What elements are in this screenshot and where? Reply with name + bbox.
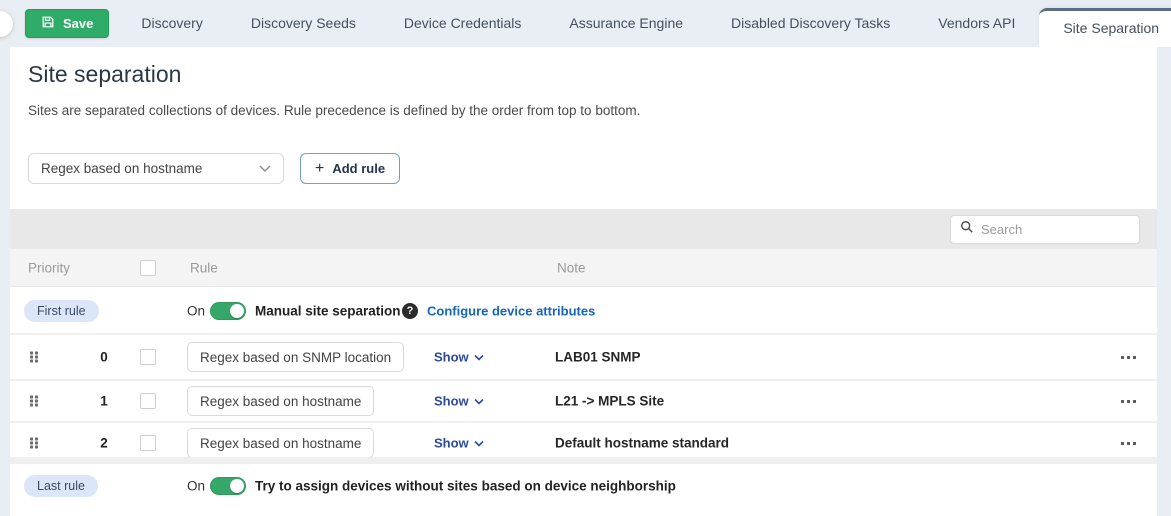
column-header-priority: Priority	[28, 260, 70, 275]
show-link[interactable]: Show	[434, 394, 484, 409]
search-icon	[960, 220, 974, 239]
site-separation-panel: Site separation Sites are separated coll…	[10, 47, 1157, 516]
help-icon[interactable]: ?	[402, 303, 418, 319]
column-header-rule: Rule	[190, 260, 218, 275]
plus-icon: +	[315, 161, 324, 177]
save-icon	[41, 15, 55, 32]
top-tab-bar: Save Discovery Discovery Seeds Device Cr…	[0, 0, 1171, 47]
last-rule-badge: Last rule	[24, 475, 98, 497]
row-menu-icon[interactable]	[1117, 392, 1139, 410]
search-box[interactable]	[950, 215, 1140, 244]
priority-value: 2	[88, 436, 120, 451]
save-button-label: Save	[63, 16, 93, 31]
rule-row-1: 1 Regex based on hostname Show L21 -> MP…	[10, 379, 1157, 421]
rule-type-select-value: Regex based on hostname	[41, 161, 202, 176]
first-rule-toggle-state: On	[187, 303, 205, 318]
rule-note: LAB01 SNMP	[555, 350, 641, 365]
drag-handle-icon[interactable]	[30, 438, 38, 449]
priority-value: 1	[88, 394, 120, 409]
tab-discovery-seeds[interactable]: Discovery Seeds	[227, 0, 380, 47]
show-link[interactable]: Show	[434, 350, 484, 365]
rule-type-button[interactable]: Regex based on hostname	[187, 386, 374, 416]
tab-site-separation[interactable]: Site Separation	[1039, 8, 1171, 47]
first-rule-row: First rule On Manual site separation ? C…	[10, 288, 1157, 335]
last-rule-row: Last rule On Try to assign devices witho…	[10, 464, 1157, 508]
rule-type-button[interactable]: Regex based on SNMP location	[187, 342, 404, 372]
first-rule-title: Manual site separation	[255, 303, 401, 318]
table-toolbar	[10, 209, 1157, 249]
last-rule-toggle-state: On	[187, 479, 205, 494]
priority-value: 0	[88, 350, 120, 365]
page-subtitle: Sites are separated collections of devic…	[28, 103, 640, 118]
search-input[interactable]	[981, 222, 1157, 237]
row-checkbox[interactable]	[140, 349, 156, 365]
drag-handle-icon[interactable]	[30, 396, 38, 407]
last-rule-title: Try to assign devices without sites base…	[255, 479, 676, 494]
drawer-handle[interactable]	[0, 11, 13, 37]
rule-type-button[interactable]: Regex based on hostname	[187, 428, 374, 458]
rule-type-select[interactable]: Regex based on hostname	[28, 153, 284, 184]
column-header-note: Note	[557, 260, 586, 275]
row-menu-icon[interactable]	[1117, 434, 1139, 452]
add-rule-label: Add rule	[332, 161, 385, 176]
tab-list: Discovery Discovery Seeds Device Credent…	[117, 0, 1171, 47]
rule-row-0: 0 Regex based on SNMP location Show LAB0…	[10, 337, 1157, 377]
first-rule-toggle[interactable]	[210, 302, 246, 320]
rule-note: L21 -> MPLS Site	[555, 394, 664, 409]
table-header-row: Priority Rule Note	[10, 249, 1157, 287]
chevron-down-icon	[259, 165, 271, 172]
tab-disabled-discovery-tasks[interactable]: Disabled Discovery Tasks	[707, 0, 914, 47]
tab-vendors-api[interactable]: Vendors API	[914, 0, 1039, 47]
rule-note: Default hostname standard	[555, 436, 729, 451]
row-checkbox[interactable]	[140, 435, 156, 451]
page-title: Site separation	[28, 61, 181, 88]
show-link[interactable]: Show	[434, 436, 484, 451]
row-menu-icon[interactable]	[1117, 348, 1139, 366]
select-all-checkbox[interactable]	[140, 260, 156, 276]
tab-discovery[interactable]: Discovery	[117, 0, 226, 47]
first-rule-badge: First rule	[24, 300, 99, 322]
section-separator	[10, 457, 1157, 464]
drag-handle-icon[interactable]	[30, 352, 38, 363]
tab-assurance-engine[interactable]: Assurance Engine	[545, 0, 707, 47]
configure-device-attributes-link[interactable]: Configure device attributes	[427, 303, 595, 318]
row-checkbox[interactable]	[140, 393, 156, 409]
last-rule-toggle[interactable]	[210, 477, 246, 495]
add-rule-button[interactable]: + Add rule	[300, 153, 400, 184]
save-button[interactable]: Save	[25, 9, 109, 38]
tab-device-credentials[interactable]: Device Credentials	[380, 0, 546, 47]
